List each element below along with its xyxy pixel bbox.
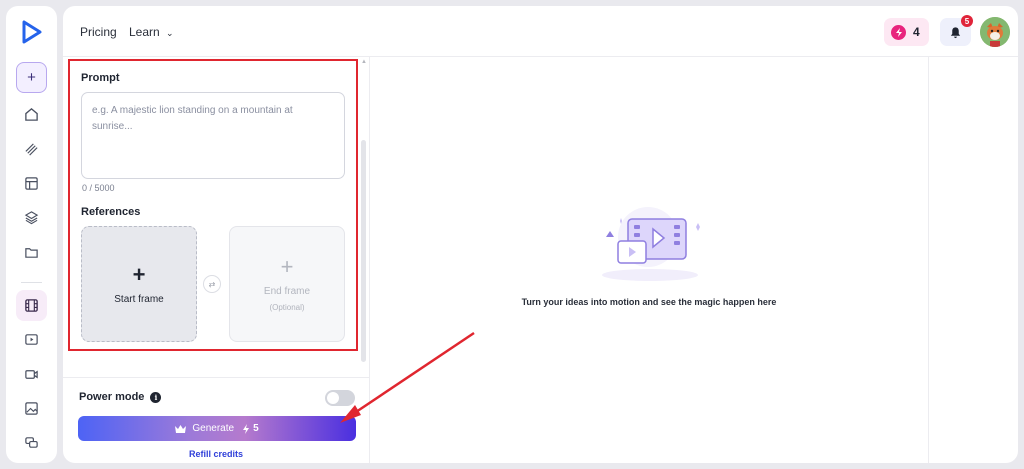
end-frame-optional: (Optional) [269, 303, 305, 312]
notification-count-badge: 5 [961, 15, 973, 27]
generate-button[interactable]: Generate 5 [78, 416, 356, 441]
chat-icon [25, 437, 38, 448]
folder-button[interactable] [16, 237, 47, 268]
power-mode: Power mode i [79, 391, 162, 403]
video-placeholder-icon [602, 207, 700, 281]
plus-icon: + [27, 69, 36, 86]
preview-area: Turn your ideas into motion and see the … [370, 57, 928, 463]
bolt-icon [243, 423, 250, 434]
prompt-placeholder: e.g. A majestic lion standing on a mount… [92, 105, 293, 132]
rail-divider [21, 282, 42, 283]
plus-icon: + [132, 261, 146, 287]
video-edit-button[interactable] [16, 359, 47, 390]
pricing-link[interactable]: Pricing [80, 25, 117, 39]
power-mode-label: Power mode [79, 391, 145, 403]
satellite-icon [25, 143, 38, 156]
layout-icon [25, 177, 38, 190]
video-button[interactable] [16, 324, 47, 355]
generate-section: Power mode i Generate 5 Refill credits [63, 377, 369, 463]
folder-icon [25, 248, 38, 258]
bolt-icon [891, 24, 906, 40]
start-frame-label: Start frame [114, 293, 164, 305]
right-column [928, 57, 1018, 463]
end-frame-label: End frame [263, 286, 311, 297]
generation-form: ▲ Prompt e.g. A majestic lion standing o… [63, 57, 370, 463]
main-panel: Pricing Learn ⌄ 4 5 ▲ Prompt e.g. A maje… [63, 6, 1018, 463]
prompt-label: Prompt [81, 72, 120, 84]
video-plus-icon [25, 370, 38, 379]
start-frame-upload[interactable]: + Start frame [81, 226, 197, 342]
plus-icon: + [280, 254, 294, 279]
layers-icon [24, 211, 39, 225]
crown-icon [175, 424, 187, 433]
swap-icon: ⇄ [208, 279, 216, 289]
credits-badge[interactable]: 4 [884, 18, 929, 46]
templates-button[interactable] [16, 168, 47, 199]
swap-frames-button[interactable]: ⇄ [203, 275, 221, 293]
avatar[interactable] [980, 17, 1010, 47]
generate-cost: 5 [253, 423, 259, 434]
learn-menu[interactable]: Learn ⌄ [129, 25, 174, 39]
preview-message: Turn your ideas into motion and see the … [521, 297, 777, 307]
chat-button[interactable] [16, 427, 47, 458]
layers-button[interactable] [16, 202, 47, 233]
new-button[interactable]: + [16, 62, 47, 93]
chevron-down-icon: ⌄ [166, 28, 174, 38]
info-icon[interactable]: i [150, 391, 162, 403]
video-generator-button[interactable] [16, 290, 47, 321]
generate-label: Generate [192, 423, 235, 434]
film-icon [25, 299, 38, 312]
logo-icon[interactable] [19, 20, 43, 44]
prompt-input[interactable]: e.g. A majestic lion standing on a mount… [81, 92, 345, 179]
power-mode-toggle[interactable] [325, 390, 355, 406]
top-bar: Pricing Learn ⌄ 4 5 [63, 6, 1018, 57]
image-button[interactable] [16, 393, 47, 424]
home-button[interactable] [16, 99, 47, 130]
learn-label: Learn [129, 25, 160, 39]
end-frame-upload[interactable]: + End frame (Optional) [229, 226, 345, 342]
explore-button[interactable] [16, 134, 47, 165]
home-icon [25, 108, 38, 121]
video-icon [25, 334, 38, 345]
references-label: References [81, 206, 141, 218]
refill-credits-link[interactable]: Refill credits [63, 449, 369, 459]
image-icon [25, 402, 38, 415]
prompt-char-counter: 0 / 5000 [82, 183, 115, 193]
bell-icon [950, 26, 961, 38]
form-scrollbar[interactable] [361, 140, 366, 362]
toggle-knob [327, 392, 339, 404]
left-rail: + [6, 6, 57, 463]
credits-count: 4 [913, 25, 920, 39]
scroll-up-icon[interactable]: ▲ [361, 59, 367, 65]
